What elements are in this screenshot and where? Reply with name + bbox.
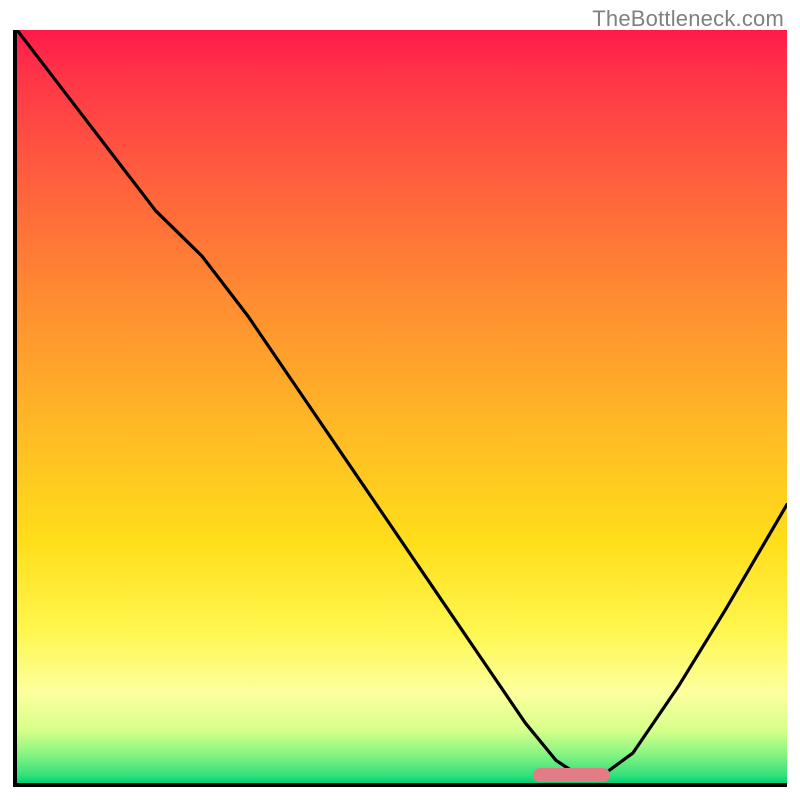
bottleneck-curve [17,30,787,783]
plot-area [13,30,787,787]
optimal-range-marker [533,768,610,782]
watermark-text: TheBottleneck.com [592,6,784,32]
bottleneck-chart: TheBottleneck.com [0,0,800,800]
